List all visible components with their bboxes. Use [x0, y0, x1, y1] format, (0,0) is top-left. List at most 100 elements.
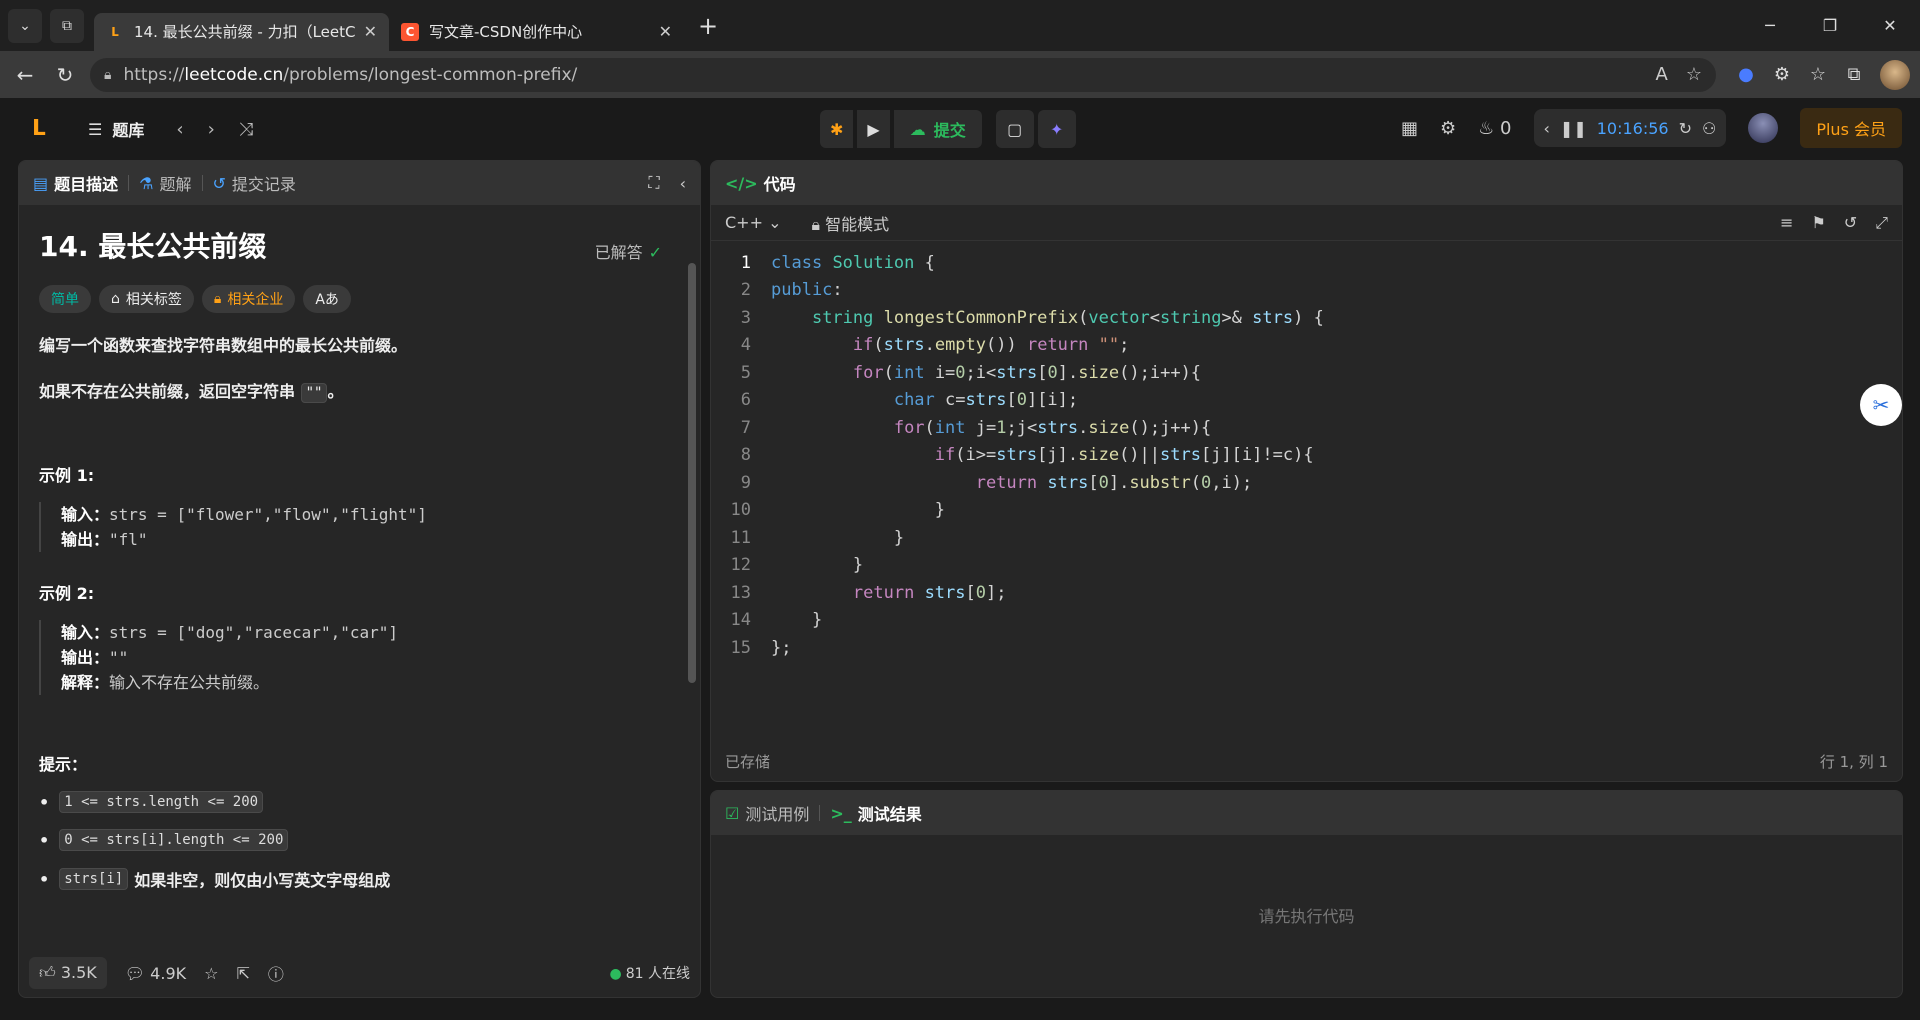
fire-icon: ♨ [1478, 117, 1495, 139]
cursor-position: 行 1, 列 1 [1819, 752, 1888, 771]
collections-icon[interactable]: ⧉ [1836, 64, 1872, 85]
problem-library-link[interactable]: 题库 [112, 117, 144, 141]
bookmark-icon[interactable]: ⚑ [1811, 213, 1825, 233]
code-line: 12 } [730, 555, 864, 576]
lock-icon: 🔒︎ [811, 214, 820, 234]
leetcode-logo-icon[interactable]: ᒪ [32, 116, 58, 142]
user-avatar[interactable] [1748, 113, 1779, 143]
input-value: strs = ["dog","racecar","car"] [109, 623, 398, 642]
read-aloud-icon[interactable]: A [1656, 64, 1668, 85]
tab-test-result[interactable]: >_ 测试结果 [830, 801, 921, 825]
tab-label: 测试用例 [745, 805, 810, 824]
close-window-icon[interactable]: ✕ [1860, 16, 1920, 35]
tab-solutions[interactable]: ⚗ 题解 [139, 171, 191, 195]
url-path: /problems/longest-common-prefix/ [283, 64, 578, 85]
browser-tab-csdn[interactable]: C 写文章-CSDN创作中心 ✕ [389, 13, 684, 51]
fullscreen-icon[interactable]: ⛶ [648, 173, 659, 193]
help-icon[interactable]: ⓘ [268, 961, 284, 985]
comments-button[interactable]: 💬︎ 4.9K [125, 964, 186, 983]
thumbs-up-icon: 👍︎ [39, 963, 56, 982]
notes-button[interactable]: ▢ [995, 110, 1034, 148]
comment-count: 4.9K [150, 963, 187, 983]
prev-problem-icon[interactable]: ‹ [176, 119, 183, 140]
close-tab-icon[interactable]: ✕ [364, 22, 377, 41]
hint-code: 1 <= strs.length <= 200 [59, 791, 264, 813]
timer-collapse-icon[interactable]: ‹ [1544, 119, 1550, 138]
tab-testcase[interactable]: ☑ 测试用例 [725, 801, 809, 825]
explain-label: 解释： [61, 673, 110, 692]
next-problem-icon[interactable]: › [208, 119, 215, 140]
input-label: 输入： [61, 505, 110, 524]
run-button[interactable]: ▶ [857, 110, 890, 148]
minimize-icon[interactable]: ─ [1740, 16, 1800, 35]
expand-icon[interactable]: ⤢ [1875, 213, 1888, 233]
explain-value: 输入不存在公共前缀。 [109, 673, 270, 692]
empty-result-message: 请先执行代码 [1258, 907, 1355, 926]
hint-item: strs[i] 如果非空，则仅由小写英文字母组成 [39, 867, 680, 891]
code-editor[interactable]: 1 class Solution { 2 public: 3 string long… [711, 241, 1902, 741]
like-button[interactable]: 👍︎ 3.5K [29, 957, 107, 989]
tab-description[interactable]: ▤ 题目描述 [33, 171, 118, 195]
code-line: 5 for(int i= 0 ;i< strs[0]. size ();i++){ [740, 362, 1202, 383]
code-tab[interactable]: </> 代码 [725, 171, 796, 195]
profile-avatar[interactable] [1880, 59, 1910, 90]
reset-timer-icon[interactable]: ↻ [1679, 119, 1692, 138]
settings-gear-icon[interactable]: ⚙ [1440, 118, 1456, 139]
browser-tab-leetcode[interactable]: ᒪ 14. 最长公共前缀 - 力扣（LeetCode） ✕ [94, 12, 389, 51]
url-field[interactable]: 🔒︎ https://leetcode.cn/problems/longest-… [90, 57, 1716, 92]
back-icon[interactable]: ← [10, 63, 40, 87]
code-line: 4 if(strs. empty()) return ""; [740, 335, 1130, 356]
desc-text: 。 [327, 382, 344, 401]
tab-list-button[interactable]: ⌄ [8, 8, 42, 43]
tag-label: 相关企业 [227, 292, 284, 308]
submit-button[interactable]: ☁ 提交 [893, 110, 982, 148]
share-icon[interactable]: ⇱ [236, 964, 249, 983]
streak-counter[interactable]: ♨ 0 [1478, 118, 1511, 139]
scissors-icon[interactable]: ✂ [1860, 384, 1902, 426]
translate-button[interactable]: Aあ [303, 285, 351, 313]
refresh-icon[interactable]: ↻ [50, 63, 80, 87]
history-icon: ↺ [212, 173, 226, 193]
tag-icon: ⌂ [111, 291, 120, 307]
plus-member-button[interactable]: Plus 会员 [1800, 108, 1902, 148]
favorites-icon[interactable]: ☆ [1800, 64, 1836, 85]
add-friend-icon[interactable]: ⚇ [1702, 119, 1716, 138]
new-tab-button[interactable]: + [698, 12, 718, 40]
language-label: C++ [725, 213, 763, 232]
desc-text: 如果不存在公共前缀，返回空字符串 [39, 382, 301, 401]
tab-label: 测试结果 [857, 805, 922, 824]
smart-mode-toggle[interactable]: 🔒︎ 智能模式 [811, 211, 889, 235]
favorite-star-icon[interactable]: ☆ [1686, 64, 1702, 85]
hints-title: 提示： [39, 755, 88, 774]
favorite-star-icon[interactable]: ☆ [204, 964, 218, 983]
chevron-down-icon: ⌄ [768, 213, 782, 232]
sparkle-icon: ✦ [1050, 119, 1064, 139]
leetcode-app: ᒪ ☰ 题库 ‹ › ⤨ ✱ ▶ ☁ 提交 ▢ ✦ ▦ ⚙ ♨ 0 ‹ ❚❚ 10… [0, 98, 1920, 1020]
debug-button[interactable]: ✱ [820, 110, 854, 148]
layout-icon[interactable]: ▦ [1401, 118, 1418, 139]
description-scrollbar[interactable] [688, 263, 696, 683]
comment-icon: 💬︎ [124, 963, 146, 983]
saved-status: 已存储 [725, 752, 771, 771]
run-toolbar: ✱ ▶ ☁ 提交 ▢ ✦ [820, 110, 1076, 148]
output-value: "" [109, 648, 129, 667]
random-problem-icon[interactable]: ⤨ [239, 119, 253, 140]
language-select[interactable]: C++ ⌄ [725, 213, 781, 232]
reset-code-icon[interactable]: ↺ [1844, 213, 1857, 233]
maximize-icon[interactable]: ❐ [1800, 16, 1860, 35]
tab-submissions[interactable]: ↺ 提交记录 [213, 171, 296, 195]
collapse-panel-icon[interactable]: ‹ [680, 174, 686, 193]
ai-assistant-button[interactable]: ✦ [1037, 110, 1076, 148]
code-line: 9 return strs[0]. substr(0 ,i); [740, 472, 1253, 493]
extension-icon[interactable]: ● [1728, 64, 1764, 85]
related-companies-button[interactable]: 🔒︎ 相关企业 [201, 285, 296, 313]
format-icon[interactable]: ≡ [1780, 213, 1793, 233]
pause-icon[interactable]: ❚❚ [1560, 119, 1587, 138]
close-tab-icon[interactable]: ✕ [659, 22, 672, 41]
like-count: 3.5K [60, 963, 97, 982]
lock-icon: 🔒︎ [213, 291, 222, 307]
solved-label: 已解答 [594, 243, 643, 262]
puzzle-icon[interactable]: ⚙ [1764, 64, 1800, 85]
workspaces-button[interactable]: ⧉ [50, 8, 84, 43]
related-tags-button[interactable]: ⌂ 相关标签 [99, 285, 194, 313]
